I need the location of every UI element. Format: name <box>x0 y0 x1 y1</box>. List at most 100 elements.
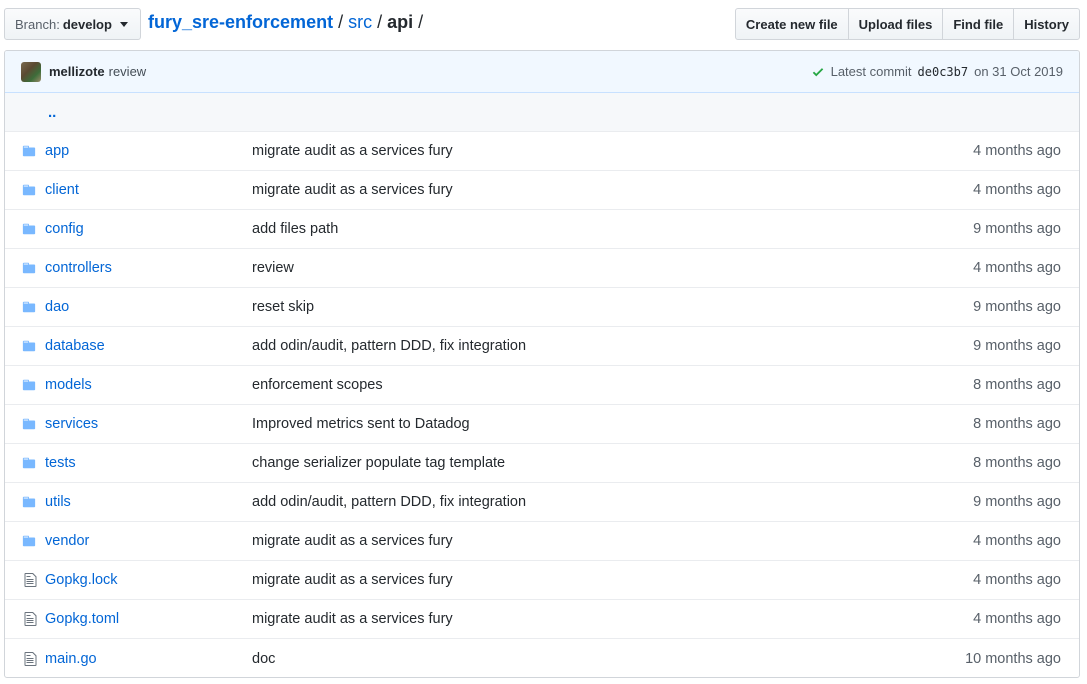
commit-age: 4 months ago <box>973 572 1061 588</box>
breadcrumb-separator: / <box>377 12 383 32</box>
breadcrumb-separator: / <box>338 12 344 32</box>
folder-icon <box>5 495 45 509</box>
file-name-link[interactable]: main.go <box>45 651 97 667</box>
branch-prefix: Branch: <box>15 16 60 32</box>
commit-message-link[interactable]: migrate audit as a services fury <box>252 182 453 198</box>
commit-message-link[interactable]: migrate audit as a services fury <box>252 611 453 627</box>
commit-age: 10 months ago <box>965 650 1061 667</box>
commit-age: 9 months ago <box>973 299 1061 315</box>
file-name-link[interactable]: Gopkg.lock <box>45 572 118 588</box>
file-icon <box>5 572 45 588</box>
commit-message-link[interactable]: migrate audit as a services fury <box>252 572 453 588</box>
chevron-down-icon <box>119 21 128 27</box>
commit-age: 9 months ago <box>973 494 1061 510</box>
table-row: services Improved metrics sent to Datadog… <box>5 405 1079 444</box>
file-name-link[interactable]: database <box>45 338 105 354</box>
commit-message-link[interactable]: migrate audit as a services fury <box>252 533 453 549</box>
table-row: Gopkg.lock migrate audit as a services fu… <box>5 561 1079 600</box>
commit-age: 4 months ago <box>973 260 1061 276</box>
folder-icon <box>5 339 45 353</box>
table-row: tests change serializer populate tag temp… <box>5 444 1079 483</box>
commit-message-link[interactable]: add files path <box>252 221 338 237</box>
commit-message-link[interactable]: review <box>252 260 294 276</box>
file-name-link[interactable]: models <box>45 377 92 393</box>
folder-icon <box>5 417 45 431</box>
table-row: utils add odin/audit, pattern DDD, fix in… <box>5 483 1079 522</box>
branch-select-button[interactable]: Branch: develop <box>4 8 141 40</box>
folder-icon <box>5 456 45 470</box>
folder-icon <box>5 222 45 236</box>
check-icon <box>812 67 823 76</box>
commit-message-link[interactable]: enforcement scopes <box>252 377 383 393</box>
table-row: dao reset skip 9 months ago <box>5 288 1079 327</box>
table-row: app migrate audit as a services fury 4 mon… <box>5 132 1079 171</box>
table-row: database add odin/audit, pattern DDD, fix… <box>5 327 1079 366</box>
commit-age: 9 months ago <box>973 338 1061 354</box>
commit-age: 8 months ago <box>973 377 1061 393</box>
latest-commit-bar: mellizote review Latest commit de0c3b7 o… <box>5 51 1079 93</box>
file-name-link[interactable]: app <box>45 143 69 159</box>
commit-date: on 31 Oct 2019 <box>974 64 1063 79</box>
commit-age: 8 months ago <box>973 416 1061 432</box>
table-row: Gopkg.toml migrate audit as a services fu… <box>5 600 1079 639</box>
breadcrumb-separator: / <box>418 12 424 32</box>
table-row: main.go doc 10 months ago <box>5 639 1079 677</box>
breadcrumb-current: api <box>387 12 414 32</box>
folder-icon <box>5 183 45 197</box>
folder-icon <box>5 378 45 392</box>
file-name-link[interactable]: utils <box>45 494 71 510</box>
file-icon <box>5 651 45 667</box>
commit-age: 4 months ago <box>973 182 1061 198</box>
file-name-link[interactable]: vendor <box>45 533 89 549</box>
file-list: app migrate audit as a services fury 4 mon… <box>5 132 1079 677</box>
folder-icon <box>5 300 45 314</box>
file-name-link[interactable]: controllers <box>45 260 112 276</box>
commit-age: 4 months ago <box>973 611 1061 627</box>
commit-message-link[interactable]: reset skip <box>252 299 314 315</box>
table-row: config add files path 9 months ago <box>5 210 1079 249</box>
upload-files-button[interactable]: Upload files <box>847 8 944 40</box>
commit-message-link[interactable]: Improved metrics sent to Datadog <box>252 416 470 432</box>
parent-directory-link[interactable]: .. <box>48 104 56 121</box>
commit-message-link[interactable]: doc <box>252 651 275 667</box>
table-row: models enforcement scopes 8 months ago <box>5 366 1079 405</box>
commit-message-link[interactable]: change serializer populate tag template <box>252 455 505 471</box>
table-row: controllers review 4 months ago <box>5 249 1079 288</box>
folder-icon <box>5 144 45 158</box>
file-actions-group: Create new file Upload files Find file H… <box>734 8 1080 40</box>
commit-age: 8 months ago <box>973 455 1061 471</box>
latest-commit-label: Latest commit <box>830 64 912 79</box>
avatar[interactable] <box>21 61 41 82</box>
commit-message-link[interactable]: migrate audit as a services fury <box>252 143 453 159</box>
file-name-link[interactable]: config <box>45 221 84 237</box>
folder-icon <box>5 261 45 275</box>
commit-message-link[interactable]: add odin/audit, pattern DDD, fix integra… <box>252 494 526 510</box>
commit-age: 4 months ago <box>973 143 1061 159</box>
folder-icon <box>5 534 45 548</box>
commit-message-link[interactable]: review <box>109 64 147 79</box>
history-button[interactable]: History <box>1013 8 1080 40</box>
file-name-link[interactable]: client <box>45 182 79 198</box>
commit-message-link[interactable]: add odin/audit, pattern DDD, fix integra… <box>252 338 526 354</box>
table-row: vendor migrate audit as a services fury 4 … <box>5 522 1079 561</box>
table-row: client migrate audit as a services fury 4 … <box>5 171 1079 210</box>
breadcrumb-repo-link[interactable]: fury_sre-enforcement <box>148 10 333 34</box>
commit-age: 9 months ago <box>973 221 1061 237</box>
find-file-button[interactable]: Find file <box>942 8 1015 40</box>
branch-name: develop <box>62 16 112 32</box>
latest-commit-info: Latest commit de0c3b7 on 31 Oct 2019 <box>811 64 1063 79</box>
commit-author-link[interactable]: mellizote <box>49 64 105 79</box>
breadcrumb-src-link[interactable]: src <box>348 10 372 34</box>
repo-toolbar: Branch: develop fury_sre-enforcement / s… <box>0 0 1087 50</box>
commit-sha-link[interactable]: de0c3b7 <box>918 65 969 79</box>
create-new-file-button[interactable]: Create new file <box>734 8 849 40</box>
commit-age: 4 months ago <box>973 533 1061 549</box>
file-name-link[interactable]: services <box>45 416 98 432</box>
breadcrumb: fury_sre-enforcement / src / api / <box>148 10 423 34</box>
file-name-link[interactable]: dao <box>45 299 69 315</box>
file-icon <box>5 611 45 627</box>
file-name-link[interactable]: tests <box>45 455 76 471</box>
file-table: mellizote review Latest commit de0c3b7 o… <box>4 50 1080 678</box>
file-name-link[interactable]: Gopkg.toml <box>45 611 119 627</box>
parent-directory-row: .. <box>5 93 1079 132</box>
